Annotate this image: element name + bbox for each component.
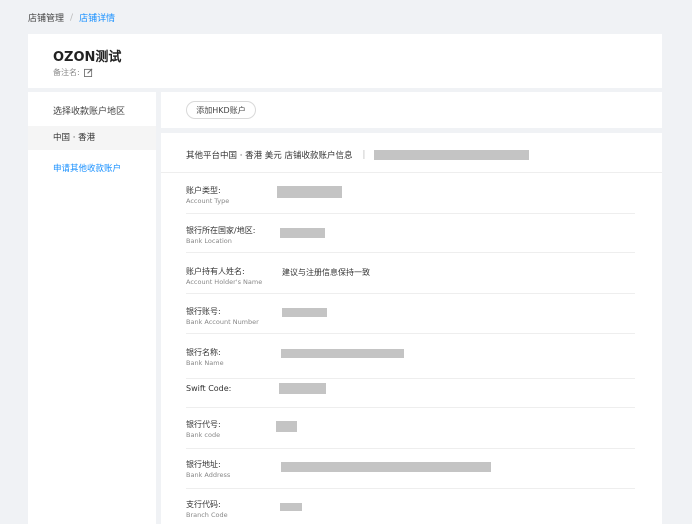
field-row-swift-code: Swift Code: [186, 382, 635, 408]
field-row-account-type: 账户类型: Account Type [186, 183, 635, 214]
account-toolbar: 添加HKD账户 [161, 92, 662, 128]
redacted-value [280, 228, 325, 238]
field-label: 支行代码: Branch Code [186, 499, 228, 519]
remark-label: 备注名: [53, 68, 80, 77]
redacted-value [277, 186, 342, 198]
sidebar-title: 选择收款账户地区 [53, 107, 126, 117]
page-title: OZON测试 [53, 50, 122, 65]
field-value-text: 建议与注册信息保持一致 [282, 268, 370, 277]
field-label-cn: 银行代号: [186, 420, 221, 429]
panel-header: 其他平台中国 · 香港 美元 店铺收款账户信息 | [186, 149, 530, 161]
redacted-value [281, 462, 491, 472]
panel-header-text: 其他平台中国 · 香港 美元 店铺收款账户信息 [186, 151, 353, 161]
sidebar-item-hongkong[interactable]: 中国 · 香港 [28, 126, 156, 150]
field-label-cn: 银行地址: [186, 460, 221, 469]
redacted-value [281, 349, 404, 358]
field-row-bank-code: 银行代号: Bank code [186, 419, 635, 449]
shop-header: OZON测试 备注名: [28, 34, 662, 88]
field-label-cn: 账户类型: [186, 186, 221, 195]
breadcrumb-separator: / [70, 12, 74, 23]
field-row-bank-account-number: 银行账号: Bank Account Number [186, 304, 635, 334]
field-label: 银行名称: Bank Name [186, 347, 224, 367]
field-row-account-holder: 账户持有人姓名: Account Holder's Name 建议与注册信息保持… [186, 264, 635, 294]
redacted-value [276, 421, 297, 432]
field-label-cn: 银行所在国家/地区: [186, 226, 256, 235]
panel-header-separator: | [362, 150, 366, 160]
apply-other-account-link[interactable]: 申请其他收款账户 [53, 162, 121, 174]
field-label-en: Bank code [186, 431, 221, 439]
account-info-panel: 其他平台中国 · 香港 美元 店铺收款账户信息 | 账户类型: Account … [161, 133, 662, 524]
field-label-cn: 账户持有人姓名: [186, 267, 245, 276]
field-row-bank-address: 银行地址: Bank Address [186, 459, 635, 489]
remark-row: 备注名: [53, 67, 93, 78]
redacted-value [280, 503, 302, 511]
field-label: 银行代号: Bank code [186, 419, 221, 439]
field-label: 账户类型: Account Type [186, 185, 229, 205]
redacted-value [279, 383, 326, 394]
field-label-en: Bank Address [186, 471, 231, 479]
field-label-cn: Swift Code: [186, 384, 232, 393]
field-label-en: Bank Location [186, 237, 232, 245]
breadcrumb-root[interactable]: 店铺管理 [28, 11, 64, 24]
field-label-en: Bank Name [186, 359, 224, 367]
redacted-value [282, 308, 327, 317]
edit-icon[interactable] [83, 68, 93, 77]
add-hkd-account-button[interactable]: 添加HKD账户 [186, 101, 256, 119]
breadcrumb: 店铺管理 / 店铺详情 [28, 11, 116, 25]
field-label-cn: 银行账号: [186, 307, 221, 316]
field-row-branch-code: 支行代码: Branch Code [186, 499, 635, 523]
redacted-account-id [374, 150, 530, 160]
region-sidebar: 选择收款账户地区 中国 · 香港 申请其他收款账户 [28, 92, 156, 524]
field-row-bank-location: 银行所在国家/地区: Bank Location [186, 223, 635, 253]
field-row-bank-name: 银行名称: Bank Name [186, 345, 635, 379]
field-label: 账户持有人姓名: Account Holder's Name [186, 266, 262, 286]
field-label-cn: 银行名称: [186, 348, 221, 357]
field-label-en: Account Type [186, 197, 230, 205]
field-label-en: Bank Account Number [186, 318, 259, 326]
field-label-en: Account Holder's Name [186, 278, 263, 286]
field-label: 银行地址: Bank Address [186, 459, 230, 479]
field-label-cn: 支行代码: [186, 500, 221, 509]
field-label-en: Branch Code [186, 511, 228, 519]
breadcrumb-current: 店铺详情 [79, 14, 116, 24]
divider [161, 172, 662, 173]
field-label: 银行所在国家/地区: Bank Location [186, 225, 255, 245]
field-label: 银行账号: Bank Account Number [186, 306, 259, 326]
field-label: Swift Code: [186, 384, 231, 393]
